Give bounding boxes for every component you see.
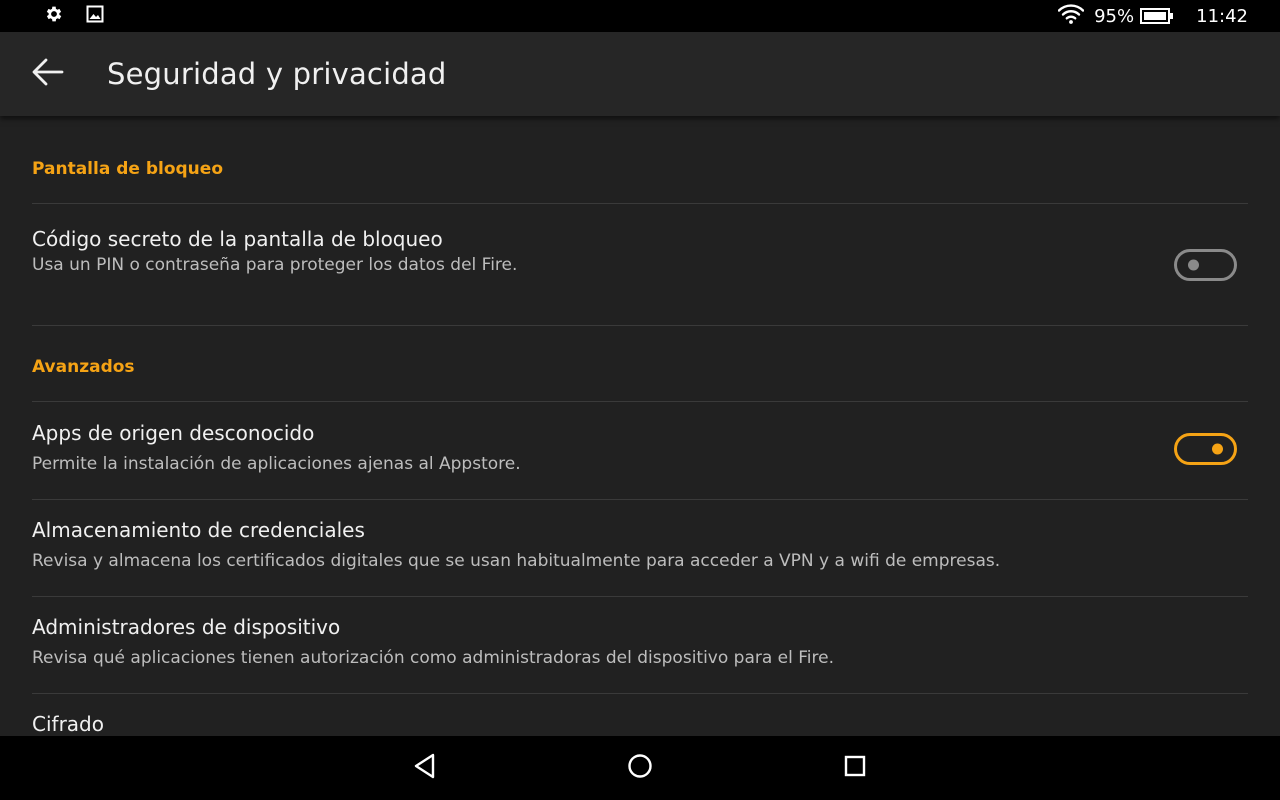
setting-title: Almacenamiento de credenciales xyxy=(32,518,365,542)
setting-subtitle: Revisa qué aplicaciones tienen autorizac… xyxy=(32,648,835,668)
recents-square-icon xyxy=(844,755,866,781)
lock-passcode-toggle[interactable] xyxy=(1174,249,1237,281)
setting-title: Administradores de dispositivo xyxy=(32,615,341,639)
setting-subtitle: Revisa y almacena los certificados digit… xyxy=(32,551,1001,571)
nav-back-button[interactable] xyxy=(405,750,445,786)
back-button[interactable] xyxy=(0,32,96,116)
arrow-left-icon xyxy=(32,58,64,90)
nav-recents-button[interactable] xyxy=(835,750,875,786)
wifi-icon xyxy=(1057,4,1085,28)
divider xyxy=(32,401,1248,402)
page-title: Seguridad y privacidad xyxy=(107,57,447,91)
back-triangle-icon xyxy=(413,753,437,783)
status-left xyxy=(0,4,104,28)
unknown-sources-toggle[interactable] xyxy=(1174,433,1237,465)
battery-icon xyxy=(1140,7,1174,25)
divider xyxy=(32,203,1248,204)
status-right: 95% 11:42 xyxy=(1057,4,1280,28)
section-header-lock-screen: Pantalla de bloqueo xyxy=(32,159,223,179)
status-bar: 95% 11:42 xyxy=(0,0,1280,32)
divider xyxy=(32,693,1248,694)
toggle-knob xyxy=(1212,443,1223,455)
setting-title: Apps de origen desconocido xyxy=(32,421,315,445)
setting-subtitle: Usa un PIN o contraseña para proteger lo… xyxy=(32,255,518,275)
divider xyxy=(32,499,1248,500)
setting-title: Código secreto de la pantalla de bloqueo xyxy=(32,227,443,251)
app-bar: Seguridad y privacidad xyxy=(0,32,1280,116)
setting-subtitle: Permite la instalación de aplicaciones a… xyxy=(32,454,521,474)
image-icon xyxy=(86,5,104,27)
home-circle-icon xyxy=(627,753,653,783)
clock: 11:42 xyxy=(1196,5,1248,27)
battery-percent: 95% xyxy=(1094,5,1135,27)
setting-title: Cifrado xyxy=(32,712,104,736)
nav-home-button[interactable] xyxy=(620,750,660,786)
divider xyxy=(32,596,1248,597)
settings-list: Pantalla de bloqueo Código secreto de la… xyxy=(0,116,1280,736)
navigation-bar xyxy=(0,736,1280,800)
toggle-knob xyxy=(1188,259,1199,271)
section-header-advanced: Avanzados xyxy=(32,357,135,377)
divider xyxy=(32,325,1248,326)
gear-icon xyxy=(44,4,64,28)
